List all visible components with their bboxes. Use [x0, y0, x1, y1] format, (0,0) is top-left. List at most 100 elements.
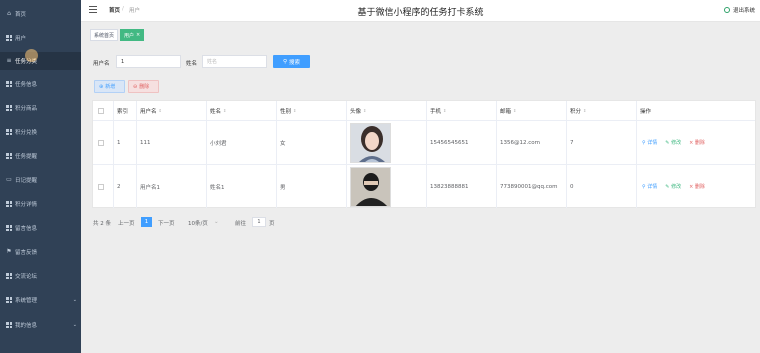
table-header: 索引 用户名 ⇕ 姓名 ⇕ 性别 ⇕ 头像 ⇕ 手机 ⇕ 邮箱 ⇕ 积分 ⇕ 操作 — [93, 101, 755, 121]
header-points[interactable]: 积分 ⇕ — [566, 101, 636, 120]
pagination-total: 共 2 条 — [93, 221, 111, 227]
search-icon: ⚲ — [282, 58, 287, 65]
pagination-current-page[interactable]: 1 — [141, 217, 152, 227]
search-button[interactable]: ⚲ 搜索 — [273, 55, 310, 68]
sidebar-item-diary-reminder[interactable]: ▭ 日记提醒 — [0, 171, 81, 189]
detail-link[interactable]: ⚲ 详情 — [642, 183, 657, 190]
name-input[interactable] — [202, 55, 267, 68]
cell-name: 姓名1 — [206, 165, 276, 208]
sidebar-item-label: 系统管理 — [15, 298, 38, 304]
cell-phone: 15456545651 — [426, 121, 496, 164]
header-email[interactable]: 邮箱 ⇕ — [496, 101, 566, 120]
sort-icon: ⇕ — [223, 108, 227, 113]
tag-home-label: 系统首页 — [94, 32, 115, 39]
cell-email: 1356@12.com — [496, 121, 566, 164]
grid-icon — [6, 35, 12, 41]
cell-username: 111 — [136, 121, 206, 164]
header-gender[interactable]: 性别 ⇕ — [276, 101, 346, 120]
table-row: 1 111 小刘君 女 15456545651 1356@12.com 7 ⚲ … — [93, 121, 755, 165]
sidebar-item-task-category[interactable]: ≡ 任务分类 — [0, 52, 81, 70]
delete-link[interactable]: × 删除 — [689, 183, 705, 190]
close-icon: × — [689, 140, 694, 146]
sidebar-item-home[interactable]: ⌂ 首页 — [0, 5, 81, 23]
list-icon: ≡ — [6, 57, 12, 64]
select-all-checkbox[interactable] — [98, 107, 104, 114]
sort-icon: ⇕ — [363, 108, 367, 113]
sidebar-item-system[interactable]: 系统管理 ⌄ — [0, 291, 81, 309]
sidebar-item-label: 积分详情 — [15, 202, 38, 208]
header-checkbox-cell — [93, 101, 113, 120]
header-phone[interactable]: 手机 ⇕ — [426, 101, 496, 120]
tags-view: 系统首页 用户 × — [81, 28, 760, 44]
avatar[interactable] — [350, 122, 391, 163]
grid-icon — [6, 225, 12, 231]
pagination-next[interactable]: 下一页 — [158, 219, 175, 227]
sidebar-item-points-detail[interactable]: 积分详情 — [0, 195, 81, 213]
sidebar-item-label: 任务信息 — [15, 82, 38, 88]
edit-link[interactable]: ✎ 修改 — [665, 139, 681, 146]
chevron-down-icon: ⌄ — [72, 297, 77, 303]
cell-index: 2 — [113, 165, 136, 208]
tag-user[interactable]: 用户 × — [120, 29, 145, 41]
grid-icon — [6, 81, 12, 87]
sidebar-item-forum[interactable]: 交流论坛 — [0, 267, 81, 285]
add-button[interactable]: ⊕ 新增 — [94, 80, 125, 93]
cell-index: 1 — [113, 121, 136, 164]
sidebar-item-label: 日记提醒 — [15, 178, 38, 184]
row-checkbox[interactable] — [98, 183, 104, 190]
name-label: 姓名 — [186, 61, 198, 67]
cell-email: 773890001@qq.com — [496, 165, 566, 208]
sidebar-item-user[interactable]: 用户 — [0, 29, 81, 47]
header-name[interactable]: 姓名 ⇕ — [206, 101, 276, 120]
user-table: 索引 用户名 ⇕ 姓名 ⇕ 性别 ⇕ 头像 ⇕ 手机 ⇕ 邮箱 ⇕ 积分 ⇕ 操作 1 111… — [92, 100, 756, 208]
sidebar-item-my-info[interactable]: 我的信息 ⌄ — [0, 316, 81, 334]
add-button-label: 新增 — [105, 84, 116, 90]
sidebar-item-task-info[interactable]: 任务信息 — [0, 75, 81, 93]
edit-link[interactable]: ✎ 修改 — [665, 183, 681, 190]
delete-link[interactable]: × 删除 — [689, 139, 705, 146]
sidebar-item-label: 任务提醒 — [15, 154, 38, 160]
cell-avatar — [346, 165, 426, 208]
header-index: 索引 — [113, 101, 136, 120]
sidebar-item-label: 首页 — [15, 12, 27, 18]
cell-operations: ⚲ 详情 ✎ 修改 × 删除 — [636, 121, 755, 164]
row-checkbox[interactable] — [98, 139, 104, 146]
sort-icon: ⇕ — [158, 108, 162, 113]
avatar[interactable] — [350, 166, 391, 207]
sort-icon: ⇕ — [513, 108, 517, 113]
sidebar-item-feedback[interactable]: ⚑ 留言反馈 — [0, 243, 81, 261]
cursor-highlight — [25, 49, 38, 62]
plus-icon: ⊕ — [99, 83, 104, 90]
search-icon: ⚲ — [642, 184, 646, 190]
header-operations: 操作 — [636, 101, 755, 120]
sidebar-item-points-goods[interactable]: 积分商品 — [0, 99, 81, 117]
cell-gender: 男 — [276, 165, 346, 208]
sidebar-item-task-reminder[interactable]: 任务提醒 — [0, 147, 81, 165]
chevron-down-icon: ⌄ — [214, 219, 219, 225]
row-checkbox-cell — [93, 121, 113, 164]
logout-button[interactable]: 退出系统 — [723, 6, 755, 14]
sort-icon: ⇕ — [443, 108, 447, 113]
tag-home[interactable]: 系统首页 — [90, 29, 119, 41]
page-title: 基于微信小程序的任务打卡系统 — [357, 8, 484, 18]
top-header: 首页 / 用户 基于微信小程序的任务打卡系统 退出系统 — [81, 0, 760, 22]
delete-button[interactable]: ⊖ 删除 — [128, 80, 159, 93]
sidebar-item-points-exchange[interactable]: 积分兑换 — [0, 123, 81, 141]
search-icon: ⚲ — [642, 140, 646, 146]
pagination-goto-label: 前往 — [235, 221, 247, 227]
pagination-goto-input[interactable]: 1 — [252, 217, 266, 227]
close-icon[interactable]: × — [136, 32, 140, 38]
sidebar-item-message-info[interactable]: 留言信息 — [0, 219, 81, 237]
detail-link[interactable]: ⚲ 详情 — [642, 139, 657, 146]
header-avatar[interactable]: 头像 ⇕ — [346, 101, 426, 120]
grid-icon — [6, 273, 12, 279]
username-input[interactable] — [116, 55, 181, 68]
cell-name: 小刘君 — [206, 121, 276, 164]
header-username[interactable]: 用户名 ⇕ — [136, 101, 206, 120]
tag-user-label: 用户 — [124, 32, 135, 39]
home-icon: ⌂ — [7, 10, 11, 17]
pagination-prev[interactable]: 上一页 — [118, 219, 135, 227]
pagination-page-size[interactable]: 10条/页 — [188, 219, 208, 227]
delete-button-label: 删除 — [139, 84, 150, 90]
sidebar-item-label: 积分商品 — [15, 106, 38, 112]
